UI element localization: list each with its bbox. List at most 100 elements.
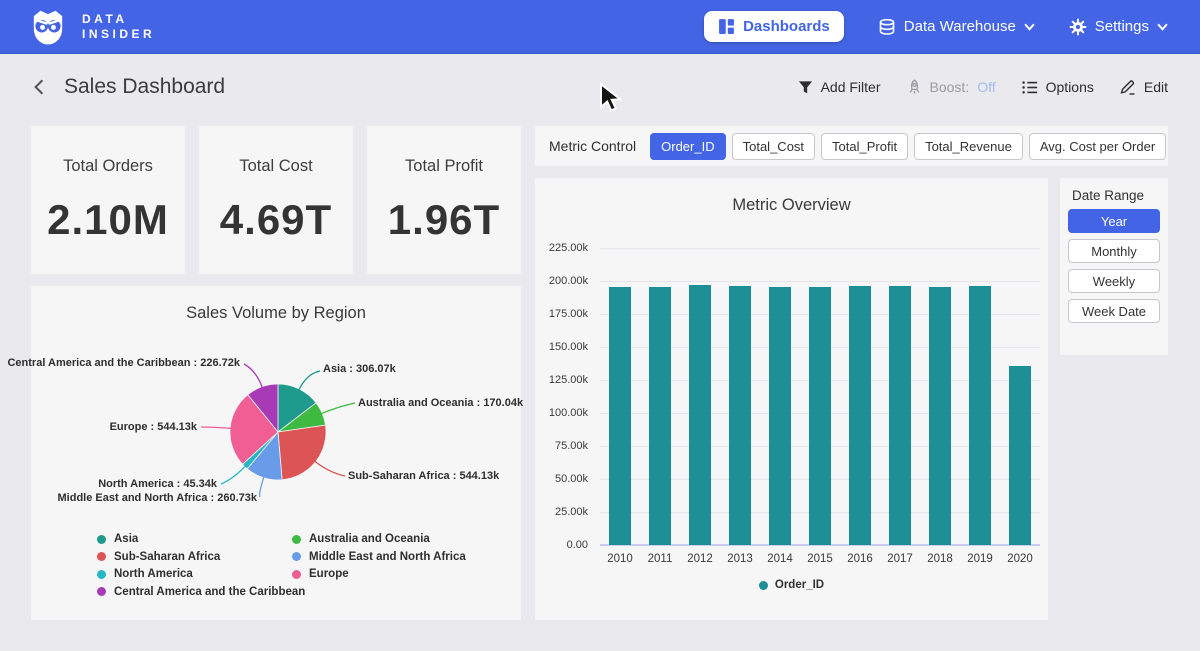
bar-2015[interactable] bbox=[809, 287, 831, 545]
edit-pencil-icon bbox=[1120, 79, 1136, 95]
pie-label-sub-saharan-africa: Sub-Saharan Africa : 544.13k bbox=[348, 470, 499, 482]
bar-2016[interactable] bbox=[849, 286, 871, 546]
nav-dashboards-label: Dashboards bbox=[743, 18, 830, 35]
bar-2014[interactable] bbox=[769, 287, 791, 545]
kpi-label: Total Profit bbox=[405, 157, 483, 176]
back-icon bbox=[32, 78, 46, 96]
legend-item-sub-saharan-africa[interactable]: Sub-Saharan Africa bbox=[97, 551, 305, 563]
nav-settings[interactable]: Settings bbox=[1069, 18, 1168, 36]
y-tick-label: 200.00k bbox=[535, 275, 588, 287]
x-tick-label: 2014 bbox=[760, 553, 800, 565]
y-tick-label: 75.00k bbox=[535, 440, 588, 452]
kpi-label: Total Orders bbox=[63, 157, 153, 176]
chevron-down-icon bbox=[1024, 23, 1035, 31]
nav-data-warehouse[interactable]: Data Warehouse bbox=[878, 18, 1035, 36]
pie-label-middle-east-north-africa: Middle East and North Africa : 260.73k bbox=[58, 492, 257, 504]
bar-2011[interactable] bbox=[649, 287, 671, 545]
pie-label-australia-oceania: Australia and Oceania : 170.04k bbox=[358, 397, 523, 409]
nav-dashboards-button[interactable]: Dashboards bbox=[704, 11, 844, 42]
chip-total-profit[interactable]: Total_Profit bbox=[821, 133, 908, 160]
date-range-week-date-button[interactable]: Week Date bbox=[1068, 299, 1160, 323]
legend-dot bbox=[759, 581, 768, 590]
legend-item-central-america-caribbean[interactable]: Central America and the Caribbean bbox=[97, 586, 305, 598]
bar-plot[interactable] bbox=[600, 248, 1040, 545]
bar-2010[interactable] bbox=[609, 287, 631, 545]
pie-label-central-america-caribbean: Central America and the Caribbean : 226.… bbox=[7, 357, 240, 369]
pie-label-europe: Europe : 544.13k bbox=[110, 421, 197, 433]
legend-dot bbox=[97, 552, 106, 561]
x-tick-label: 2012 bbox=[680, 553, 720, 565]
pie-leader-line bbox=[315, 461, 345, 476]
bar-chart-legend[interactable]: Order_ID bbox=[535, 579, 1048, 591]
kpi-value: 1.96T bbox=[388, 196, 500, 244]
date-range-label: Date Range bbox=[1072, 188, 1144, 203]
boost-state: Off bbox=[977, 79, 995, 95]
date-range-panel: Date Range Year Monthly Weekly Week Date bbox=[1060, 178, 1168, 355]
legend-dot bbox=[292, 535, 301, 544]
pie-legend-column-1: Asia Sub-Saharan Africa North America Ce… bbox=[97, 533, 305, 598]
pie-label-north-america: North America : 45.34k bbox=[98, 478, 217, 490]
dashboards-icon bbox=[718, 18, 735, 35]
pie-leader-line bbox=[321, 403, 355, 414]
legend-dot bbox=[97, 570, 106, 579]
y-tick-label: 125.00k bbox=[535, 374, 588, 386]
chip-avg-cost-per-order[interactable]: Avg. Cost per Order bbox=[1029, 133, 1166, 160]
chip-total-cost[interactable]: Total_Cost bbox=[732, 133, 815, 160]
legend-item-middle-east-north-africa[interactable]: Middle East and North Africa bbox=[292, 551, 466, 563]
pie-slice-sub-saharan-africa[interactable] bbox=[278, 425, 326, 480]
pie-label-asia: Asia : 306.07k bbox=[323, 363, 396, 375]
sales-volume-chart-card: Sales Volume by Region Asia : 306.07k Au… bbox=[31, 286, 521, 620]
options-button[interactable]: Options bbox=[1022, 79, 1094, 95]
page-header: Sales Dashboard Add Filter Boost: Off bbox=[0, 54, 1200, 120]
bar-2013[interactable] bbox=[729, 286, 751, 545]
boost-rocket-icon bbox=[907, 79, 922, 95]
nav-data-warehouse-label: Data Warehouse bbox=[904, 18, 1016, 35]
legend-item-australia-oceania[interactable]: Australia and Oceania bbox=[292, 533, 466, 545]
brand-line2: INSIDER bbox=[82, 27, 155, 42]
owl-logo-icon bbox=[28, 7, 68, 47]
legend-item-asia[interactable]: Asia bbox=[97, 533, 305, 545]
x-tick-label: 2019 bbox=[960, 553, 1000, 565]
back-button[interactable] bbox=[28, 76, 50, 98]
x-tick-label: 2017 bbox=[880, 553, 920, 565]
add-filter-button[interactable]: Add Filter bbox=[798, 79, 881, 95]
y-tick-label: 150.00k bbox=[535, 341, 588, 353]
edit-button[interactable]: Edit bbox=[1120, 79, 1168, 95]
options-list-icon bbox=[1022, 80, 1038, 95]
kpi-card-total-cost: Total Cost 4.69T bbox=[199, 126, 353, 274]
kpi-value: 4.69T bbox=[220, 196, 332, 244]
legend-item-north-america[interactable]: North America bbox=[97, 568, 305, 580]
x-tick-label: 2020 bbox=[1000, 553, 1040, 565]
y-tick-label: 25.00k bbox=[535, 506, 588, 518]
brand: DATA INSIDER bbox=[28, 7, 155, 47]
legend-item-europe[interactable]: Europe bbox=[292, 568, 466, 580]
legend-dot bbox=[292, 570, 301, 579]
bar-2012[interactable] bbox=[689, 285, 711, 545]
date-range-year-button[interactable]: Year bbox=[1068, 209, 1160, 233]
y-tick-label: 0.00 bbox=[535, 539, 588, 551]
kpi-label: Total Cost bbox=[239, 157, 312, 176]
pie-leader-line bbox=[221, 466, 246, 484]
metric-overview-chart-card: Metric Overview 0.0025.00k50.00k75.00k10… bbox=[535, 178, 1048, 620]
boost-toggle[interactable]: Boost: Off bbox=[907, 79, 996, 95]
bar-2020[interactable] bbox=[1009, 366, 1031, 545]
x-tick-label: 2018 bbox=[920, 553, 960, 565]
legend-dot bbox=[97, 587, 106, 596]
x-tick-label: 2010 bbox=[600, 553, 640, 565]
legend-dot bbox=[97, 535, 106, 544]
gridline bbox=[600, 248, 1040, 249]
pie-legend-column-2: Australia and Oceania Middle East and No… bbox=[292, 533, 466, 580]
database-icon bbox=[878, 18, 896, 36]
pie-leader-line bbox=[299, 371, 320, 390]
x-tick-label: 2016 bbox=[840, 553, 880, 565]
bar-2017[interactable] bbox=[889, 286, 911, 545]
chip-total-revenue[interactable]: Total_Revenue bbox=[914, 133, 1023, 160]
x-tick-label: 2011 bbox=[640, 553, 680, 565]
date-range-weekly-button[interactable]: Weekly bbox=[1068, 269, 1160, 293]
date-range-monthly-button[interactable]: Monthly bbox=[1068, 239, 1160, 263]
bar-2019[interactable] bbox=[969, 286, 991, 545]
bar-2018[interactable] bbox=[929, 287, 951, 545]
brand-line1: DATA bbox=[82, 12, 155, 27]
chip-order-id[interactable]: Order_ID bbox=[650, 133, 725, 160]
kpi-card-total-orders: Total Orders 2.10M bbox=[31, 126, 185, 274]
